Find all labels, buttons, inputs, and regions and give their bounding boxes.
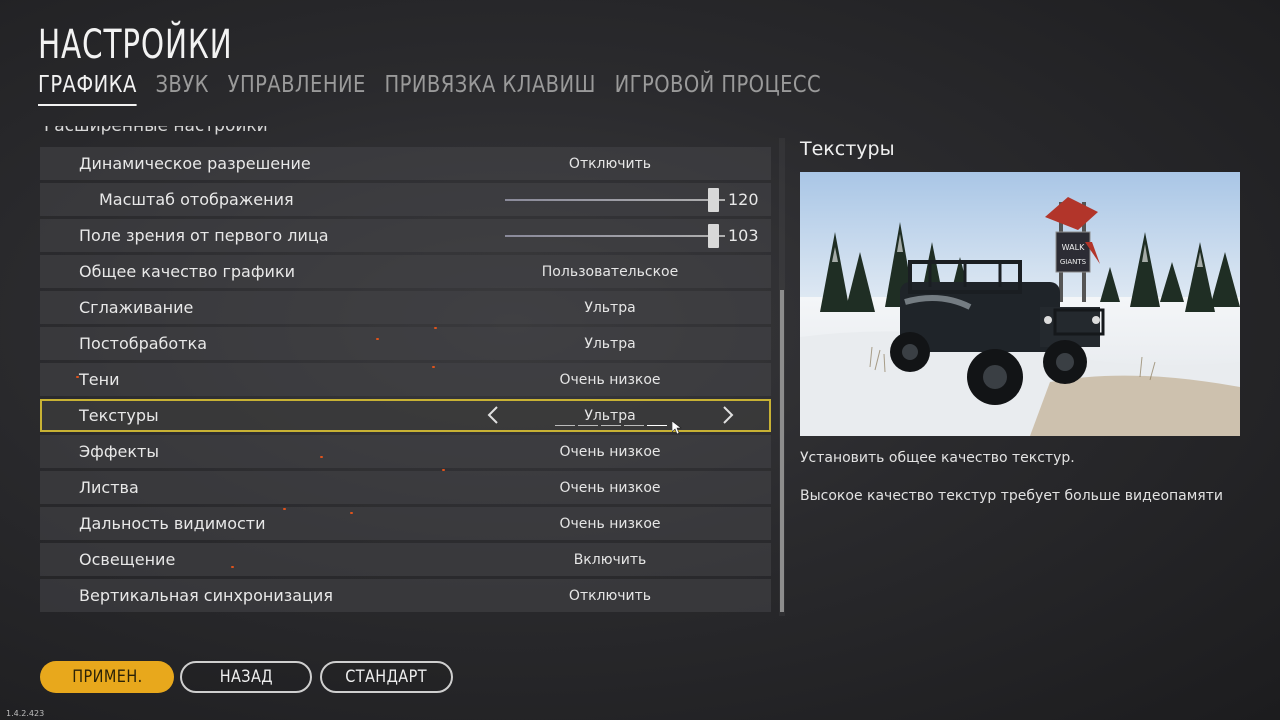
- svg-text:GIANTS: GIANTS: [1060, 258, 1087, 266]
- ember-particle: [376, 338, 379, 340]
- settings-scrollbar[interactable]: [779, 138, 785, 616]
- setting-value[interactable]: Очень низкое: [470, 444, 750, 460]
- setting-value[interactable]: Очень низкое: [470, 516, 750, 532]
- setting-value[interactable]: Ультра: [470, 408, 750, 424]
- tab-graphics[interactable]: ГРАФИКА: [38, 72, 137, 106]
- option-dot: [555, 425, 575, 426]
- tab-controls[interactable]: УПРАВЛЕНИЕ: [228, 72, 366, 106]
- settings-list: Динамическое разрешение Отключить Масшта…: [40, 147, 771, 613]
- ember-particle: [434, 327, 437, 329]
- setting-label: Освещение: [79, 550, 176, 569]
- setting-row-postprocessing[interactable]: Постобработка Ультра: [40, 327, 771, 360]
- setting-value[interactable]: Включить: [470, 552, 750, 568]
- option-dot: [601, 425, 621, 426]
- setting-row-lighting[interactable]: Освещение Включить: [40, 543, 771, 576]
- setting-value[interactable]: Отключить: [470, 156, 750, 172]
- texture-preview-image: WALK GIANTS: [800, 172, 1240, 436]
- display-scale-slider[interactable]: [505, 183, 725, 216]
- tab-keybindings[interactable]: ПРИВЯЗКА КЛАВИШ: [384, 72, 595, 106]
- ember-particle: [231, 566, 234, 568]
- setting-label: Сглаживание: [79, 298, 194, 317]
- tab-gameplay[interactable]: ИГРОВОЙ ПРОЦЕСС: [615, 72, 821, 106]
- setting-row-foliage[interactable]: Листва Очень низкое: [40, 471, 771, 504]
- svg-text:WALK: WALK: [1062, 243, 1085, 252]
- setting-value[interactable]: Отключить: [470, 588, 750, 604]
- ember-particle: [320, 456, 323, 458]
- section-heading: Расширенные настройки: [44, 126, 344, 140]
- default-button[interactable]: СТАНДАРТ: [320, 661, 453, 693]
- detail-title: Текстуры: [800, 138, 895, 160]
- setting-label: Вертикальная синхронизация: [79, 586, 333, 605]
- setting-label: Поле зрения от первого лица: [79, 226, 329, 245]
- setting-label: Динамическое разрешение: [79, 154, 311, 173]
- setting-row-textures[interactable]: Текстуры Ультра: [40, 399, 771, 432]
- setting-value[interactable]: Очень низкое: [470, 480, 750, 496]
- apply-button[interactable]: ПРИМЕН.: [40, 661, 174, 693]
- mouse-cursor-icon: [671, 420, 682, 439]
- scrollbar-thumb[interactable]: [780, 290, 784, 612]
- option-dot: [647, 425, 667, 426]
- apply-button-label: ПРИМЕН.: [71, 667, 143, 687]
- slider-value: 103: [728, 226, 759, 245]
- setting-label: Дальность видимости: [79, 514, 266, 533]
- setting-value[interactable]: Очень низкое: [470, 372, 750, 388]
- setting-label: Постобработка: [79, 334, 207, 353]
- section-heading-text: Расширенные настройки: [44, 126, 268, 136]
- slider-track[interactable]: [505, 199, 725, 201]
- tab-sound[interactable]: ЗВУК: [155, 72, 208, 106]
- setting-label: Листва: [79, 478, 139, 497]
- setting-label: Эффекты: [79, 442, 159, 461]
- option-dot: [624, 425, 644, 426]
- setting-value[interactable]: Ультра: [470, 300, 750, 316]
- setting-row-overall-quality[interactable]: Общее качество графики Пользовательское: [40, 255, 771, 288]
- setting-row-display-scale[interactable]: Масштаб отображения 120: [40, 183, 771, 216]
- setting-label: Масштаб отображения: [99, 190, 294, 209]
- slider-thumb[interactable]: [708, 188, 719, 212]
- chevron-right-icon[interactable]: [715, 403, 739, 427]
- ember-particle: [442, 469, 445, 471]
- option-dot: [578, 425, 598, 426]
- detail-description: Установить общее качество текстур.: [800, 450, 1075, 466]
- setting-row-view-distance[interactable]: Дальность видимости Очень низкое: [40, 507, 771, 540]
- setting-row-vsync[interactable]: Вертикальная синхронизация Отключить: [40, 579, 771, 612]
- setting-label: Общее качество графики: [79, 262, 295, 281]
- setting-value[interactable]: Ультра: [470, 336, 750, 352]
- setting-row-shadows[interactable]: Тени Очень низкое: [40, 363, 771, 396]
- setting-row-effects[interactable]: Эффекты Очень низкое: [40, 435, 771, 468]
- setting-value[interactable]: Пользовательское: [470, 264, 750, 280]
- fov-slider[interactable]: [505, 219, 725, 252]
- option-indicator: [555, 425, 667, 426]
- setting-label: Текстуры: [79, 406, 159, 425]
- slider-thumb[interactable]: [708, 224, 719, 248]
- back-button[interactable]: НАЗАД: [180, 661, 312, 693]
- slider-track[interactable]: [505, 235, 725, 237]
- version-label: 1.4.2.423: [6, 709, 45, 718]
- setting-row-fov[interactable]: Поле зрения от первого лица 103: [40, 219, 771, 252]
- ember-particle: [432, 366, 435, 368]
- back-button-label: НАЗАД: [219, 667, 273, 687]
- setting-label: Тени: [79, 370, 120, 389]
- settings-tabs: ГРАФИКА ЗВУК УПРАВЛЕНИЕ ПРИВЯЗКА КЛАВИШ …: [38, 72, 821, 106]
- ember-particle: [76, 376, 79, 378]
- default-button-label: СТАНДАРТ: [345, 667, 428, 687]
- setting-row-antialiasing[interactable]: Сглаживание Ультра: [40, 291, 771, 324]
- slider-value: 120: [728, 190, 759, 209]
- page-title: НАСТРОЙКИ: [38, 22, 233, 68]
- ember-particle: [283, 508, 286, 510]
- setting-row-dynamic-resolution[interactable]: Динамическое разрешение Отключить: [40, 147, 771, 180]
- ember-particle: [350, 512, 353, 514]
- detail-description-note: Высокое качество текстур требует больше …: [800, 488, 1223, 504]
